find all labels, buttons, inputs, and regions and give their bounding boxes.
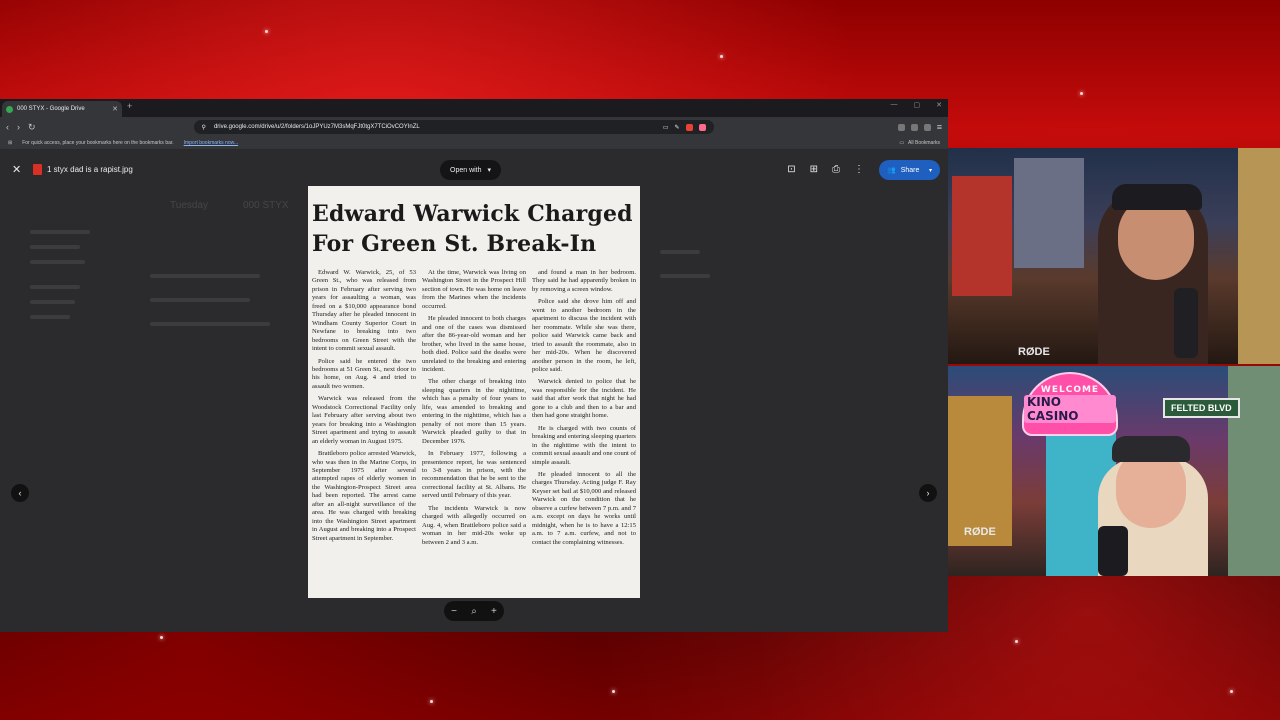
new-tab-button[interactable]: + [127,101,132,111]
share-caret-icon[interactable]: ▾ [929,167,932,174]
address-bar[interactable]: ⚲ drive.google.com/drive/u/2/folders/1oJ… [193,120,714,134]
window-close-icon[interactable]: ✕ [936,101,942,109]
cast-icon[interactable]: ▭ [663,124,669,131]
zoom-search-icon[interactable]: ⌕ [471,606,477,617]
profile-icon[interactable] [923,123,931,131]
minimize-icon[interactable]: — [891,101,898,109]
import-bookmarks-link[interactable]: Import bookmarks now... [184,140,238,146]
mic-brand-label-bottom: RØDE [964,526,996,538]
zoom-out-icon[interactable]: − [451,606,457,617]
side-panel-icon[interactable] [910,123,918,131]
sign-welcome-text: WELCOME [1040,385,1100,395]
article-paragraph: He is charged with two counts of breakin… [532,424,636,466]
tab-strip: 000 STYX - Google Drive ✕ + — ▢ ✕ [0,99,948,117]
article-headline: Edward Warwick Charged For Green St. Bre… [312,199,636,259]
bookmarks-hint: For quick access, place your bookmarks h… [22,140,174,146]
folder-icon: ▭ [899,140,905,146]
article-paragraph: Police said he entered the two bedrooms … [312,357,416,390]
sign-casino-name: KINO CASINO [1024,395,1116,423]
article-paragraph: Police said she drove him off and went t… [532,298,636,373]
tab-close-icon[interactable]: ✕ [112,105,118,113]
article-paragraph: The other charge of breaking into sleepi… [422,378,526,445]
zoom-controls: − ⌕ + [444,601,504,621]
article-paragraph: At the time, Warwick was living on Washi… [422,269,526,310]
image-file-icon [33,164,42,175]
viewer-actions: ⊡ ⊞ ⎙ ⋮ [787,164,864,175]
close-icon[interactable]: ✕ [12,163,21,176]
site-info-icon[interactable]: ⚲ [202,124,206,131]
share-label: Share [900,166,920,174]
extension-puzzle-icon[interactable] [897,123,905,131]
article-paragraph: and found a man in her bedroom. They sai… [532,269,636,293]
reload-icon[interactable]: ↻ [28,122,36,133]
image-viewer: Tuesday 000 STYX ✕ 1 styx dad is a rapis… [0,150,948,632]
back-icon[interactable]: ‹ [6,122,9,132]
newspaper-clipping-image: Edward Warwick Charged For Green St. Bre… [308,186,640,598]
zoom-in-icon[interactable]: + [491,606,497,617]
forward-icon[interactable]: › [17,122,20,132]
all-bookmarks-label: All Bookmarks [908,140,940,146]
article-paragraph: Warwick denied to police that he was res… [532,378,636,420]
chevron-left-icon[interactable]: ‹ [11,484,29,502]
toolbar-extensions: ≡ [897,122,942,132]
headline-line-1: Edward Warwick Charged [312,201,633,227]
article-paragraph: Brattleboro police arrested Warwick, who… [312,450,416,542]
drive-favicon-icon [6,105,13,113]
all-bookmarks-button[interactable]: ▭ All Bookmarks [899,140,940,146]
article-column-2: At the time, Warwick was living on Washi… [422,269,526,598]
article-paragraph: Edward W. Warwick, 25, of 53 Green St., … [312,269,416,353]
article-paragraph: The incidents Warwick is now charged wit… [422,504,526,546]
chevron-right-icon[interactable]: › [919,484,937,502]
more-vert-icon[interactable]: ⋮ [854,164,864,175]
article-paragraph: He pleaded innocent to all the charges T… [532,470,636,546]
comment-icon[interactable]: ⊞ [810,164,818,175]
extension-red-icon[interactable] [685,123,693,131]
edit-icon[interactable]: ✎ [675,124,680,131]
tab-title: 000 STYX - Google Drive [17,106,85,112]
share-people-icon: 👥 [887,167,896,174]
url-text: drive.google.com/drive/u/2/folders/1oJPY… [213,124,420,130]
article-paragraph: He pleaded innocent to both charges and … [422,315,526,373]
article-column-1: Edward W. Warwick, 25, of 53 Green St., … [312,269,416,598]
open-with-label: Open with [450,166,482,174]
article-column-3: and found a man in her bedroom. They sai… [532,269,636,598]
browser-window: 000 STYX - Google Drive ✕ + — ▢ ✕ ‹ › ↻ … [0,99,948,632]
drive-ghost-location: Tuesday [170,200,208,211]
chevron-down-icon: ▾ [487,167,492,174]
file-name: 1 styx dad is a rapist.jpg [47,165,133,174]
viewer-header: ✕ 1 styx dad is a rapist.jpg Open with ▾… [0,159,948,183]
headline-line-2: For Green St. Break-In [312,231,597,257]
maximize-icon[interactable]: ▢ [914,101,921,109]
article-columns: Edward W. Warwick, 25, of 53 Green St., … [312,269,636,598]
drive-ghost-folder: 000 STYX [243,200,289,211]
open-with-button[interactable]: Open with ▾ [440,160,502,180]
bookmarks-bar: ⊞ For quick access, place your bookmarks… [0,137,948,150]
browser-toolbar: ‹ › ↻ ⚲ drive.google.com/drive/u/2/folde… [0,117,948,137]
article-paragraph: In February 1977, following a presentenc… [422,450,526,500]
mic-brand-label-top: RØDE [1018,346,1050,358]
share-button[interactable]: 👥 Share ▾ [879,160,940,180]
street-sign: FELTED BLVD [1163,398,1240,418]
extension-pink-icon[interactable] [698,123,706,131]
webcam-top: RØDE [948,148,1280,364]
add-to-folder-icon[interactable]: ⊡ [787,164,795,175]
article-paragraph: Warwick was released from the Woodstock … [312,395,416,445]
browser-tab-drive[interactable]: 000 STYX - Google Drive ✕ [2,101,122,117]
apps-icon[interactable]: ⊞ [8,140,12,146]
window-controls: — ▢ ✕ [891,101,943,109]
print-icon[interactable]: ⎙ [832,164,840,175]
menu-icon[interactable]: ≡ [937,122,942,132]
